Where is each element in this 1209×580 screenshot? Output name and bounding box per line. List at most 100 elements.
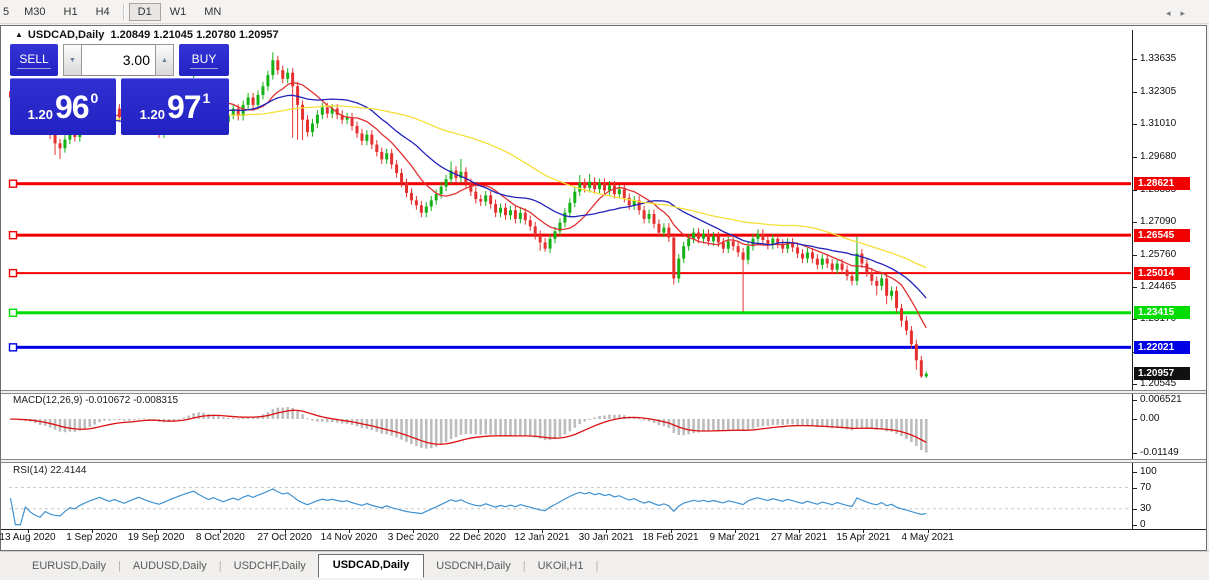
date-axis-label: 1 Sep 2020 bbox=[66, 532, 118, 543]
tab-scroll-left-icon[interactable]: ◂ bbox=[1166, 8, 1181, 18]
date-axis-tick bbox=[670, 529, 672, 533]
line-handle-icon[interactable] bbox=[8, 268, 18, 278]
chart-tab-usdcad[interactable]: USDCAD,Daily bbox=[317, 554, 425, 578]
chart-tab-eurusd[interactable]: EURUSD,Daily bbox=[20, 556, 118, 577]
price-axis-label: 1.33635 bbox=[1140, 53, 1177, 65]
price-level-badge: 1.28621 bbox=[1134, 177, 1190, 191]
line-handle-icon[interactable] bbox=[8, 308, 18, 317]
toolbar-separator bbox=[122, 3, 125, 20]
date-axis-label: 4 May 2021 bbox=[901, 532, 954, 543]
timeframe-button-d1[interactable]: D1 bbox=[128, 2, 161, 21]
axis-tick bbox=[1132, 471, 1137, 473]
tab-scroll-right-icon[interactable]: ▸ bbox=[1180, 8, 1195, 18]
date-axis-tick bbox=[863, 529, 865, 533]
horizontal-line-1.28621[interactable] bbox=[9, 182, 1131, 186]
date-axis-tick bbox=[156, 529, 158, 533]
date-axis-label: 27 Mar 2021 bbox=[771, 532, 828, 543]
volume-increase-button[interactable]: ▲ bbox=[155, 44, 174, 76]
date-axis-label: 27 Oct 2020 bbox=[257, 532, 312, 543]
date-axis-tick bbox=[541, 529, 543, 533]
price-axis-label: 0.006521 bbox=[1140, 393, 1182, 405]
price-axis-label: 1.27090 bbox=[1140, 215, 1177, 227]
ask-price-button[interactable]: 1.20 97 1 bbox=[121, 78, 229, 135]
timeframe-toolbar: 5 M30 H1 H4 D1 W1 MN bbox=[0, 0, 1209, 24]
price-axis-label: 1.25760 bbox=[1140, 248, 1177, 260]
axis-tick bbox=[1132, 508, 1137, 510]
pane-splitter-rsi[interactable] bbox=[1, 459, 1206, 463]
price-level-badge: 1.22021 bbox=[1134, 340, 1190, 354]
bid-price-button[interactable]: 1.20 96 0 bbox=[10, 78, 116, 135]
price-axis-label: 0.00 bbox=[1140, 412, 1160, 424]
pane-splitter-macd[interactable] bbox=[1, 390, 1206, 394]
line-handle-icon[interactable] bbox=[8, 343, 18, 352]
mt4-terminal: 5 M30 H1 H4 D1 W1 MN ▲ USDCAD,Daily 1.20849 1.2… bbox=[0, 0, 1209, 580]
price-level-badge: 1.26545 bbox=[1134, 228, 1190, 242]
date-axis-label: 18 Feb 2021 bbox=[642, 532, 699, 543]
axis-tick bbox=[1132, 383, 1137, 385]
volume-decrease-button[interactable]: ▼ bbox=[63, 44, 82, 76]
chart-tab-usdchf[interactable]: USDCHF,Daily bbox=[222, 556, 318, 577]
date-axis-label: 13 Aug 2020 bbox=[0, 532, 56, 543]
axis-tick bbox=[1132, 59, 1137, 61]
date-axis-tick bbox=[284, 529, 286, 533]
date-axis-label: 9 Mar 2021 bbox=[709, 532, 761, 543]
axis-tick bbox=[1132, 157, 1137, 159]
axis-tick bbox=[1132, 92, 1137, 94]
timeframe-button-m30[interactable]: M30 bbox=[15, 3, 54, 21]
timeframe-button-h4[interactable]: H4 bbox=[87, 3, 119, 21]
tab-separator: | bbox=[595, 560, 599, 572]
timeframe-button-mn[interactable]: MN bbox=[195, 3, 230, 21]
axis-tick bbox=[1132, 418, 1137, 420]
date-axis-label: 15 Apr 2021 bbox=[836, 532, 891, 543]
price-level-badge: 1.25014 bbox=[1134, 266, 1190, 280]
date-axis-label: 8 Oct 2020 bbox=[195, 532, 245, 543]
horizontal-line-1.23415[interactable] bbox=[9, 311, 1131, 315]
timeframe-button-5[interactable]: 5 bbox=[0, 3, 15, 21]
date-axis-label: 22 Dec 2020 bbox=[449, 532, 506, 543]
price-axis-label: 1.29680 bbox=[1140, 151, 1177, 163]
sell-button[interactable]: SELL bbox=[10, 44, 58, 76]
ask-price-main: 97 bbox=[166, 88, 202, 125]
chart-title: ▲ USDCAD,Daily 1.20849 1.21045 1.20780 1.… bbox=[15, 29, 279, 41]
line-handle-icon[interactable] bbox=[8, 179, 18, 188]
price-axis-label: 30 bbox=[1140, 502, 1152, 514]
price-axis-label: 0 bbox=[1140, 518, 1146, 530]
axis-tick bbox=[1132, 254, 1137, 256]
date-axis-tick bbox=[477, 529, 479, 533]
timeframe-button-h1[interactable]: H1 bbox=[55, 3, 87, 21]
buy-button[interactable]: BUY bbox=[179, 44, 229, 76]
date-axis-label: 12 Jan 2021 bbox=[514, 532, 570, 543]
chart-tab-audusd[interactable]: AUDUSD,Daily bbox=[121, 556, 219, 577]
price-axis-label: 1.24465 bbox=[1140, 280, 1177, 292]
timeframe-button-w1[interactable]: W1 bbox=[161, 3, 196, 21]
chart-tab-ukoil[interactable]: UKOil,H1 bbox=[526, 556, 596, 577]
macd-signal-line bbox=[10, 409, 927, 445]
tab-scroll-arrows: ◂▸ bbox=[1166, 8, 1195, 19]
axis-tick bbox=[1132, 487, 1137, 489]
date-axis-tick bbox=[220, 529, 222, 533]
axis-tick bbox=[1132, 452, 1137, 454]
chart-ohlc-values: 1.20849 1.21045 1.20780 1.20957 bbox=[110, 29, 279, 41]
line-handle-icon[interactable] bbox=[8, 230, 18, 240]
bid-price-prefix: 1.20 bbox=[27, 106, 53, 122]
price-level-badge: 1.23415 bbox=[1134, 306, 1190, 320]
rsi-line bbox=[9, 488, 927, 526]
price-axis-label: -0.01149 bbox=[1140, 446, 1179, 458]
chart-tab-usdcnh[interactable]: USDCNH,Daily bbox=[424, 556, 523, 577]
axis-tick bbox=[1132, 124, 1137, 126]
axis-tick bbox=[1132, 221, 1137, 223]
horizontal-line-1.22021[interactable] bbox=[9, 345, 1131, 349]
collapse-triangle-icon[interactable]: ▲ bbox=[15, 30, 23, 39]
axis-tick bbox=[1132, 399, 1137, 401]
date-axis-label: 19 Sep 2020 bbox=[127, 532, 185, 543]
triangle-down-icon: ▼ bbox=[69, 56, 76, 64]
price-axis-label: 70 bbox=[1140, 481, 1152, 493]
triangle-up-icon: ▲ bbox=[161, 56, 168, 64]
chart-symbol-period: USDCAD,Daily bbox=[27, 29, 105, 41]
ask-price-pip: 1 bbox=[202, 90, 211, 106]
volume-input[interactable] bbox=[82, 44, 155, 76]
horizontal-line-1.26545[interactable] bbox=[9, 233, 1131, 237]
chart-tabs: EURUSD,Daily | AUDUSD,Daily | USDCHF,Daily US… bbox=[0, 551, 1209, 578]
price-level-badge: 1.20957 bbox=[1134, 367, 1190, 381]
horizontal-line-1.25014[interactable] bbox=[9, 272, 1131, 275]
